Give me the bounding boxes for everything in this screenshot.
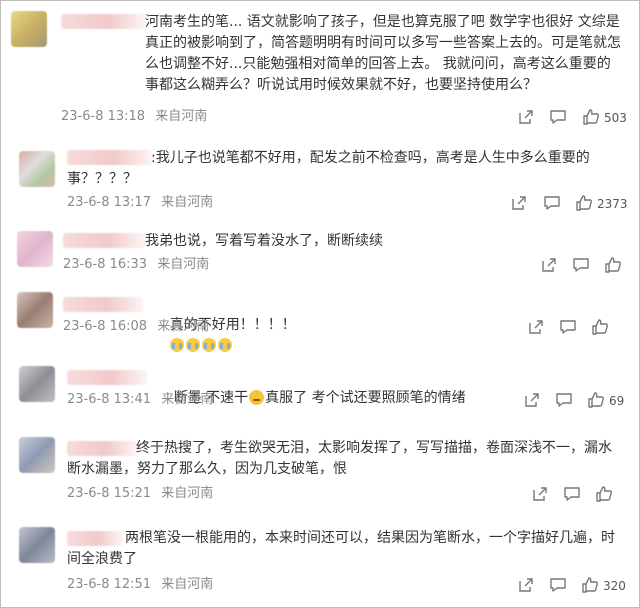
comment-item: 真的不好用！！！！ 23-6-8 16:08 来自河南	[1, 286, 639, 352]
comment-meta: 23-6-8 13:41 来自河南	[67, 392, 213, 408]
share-icon[interactable]	[527, 318, 545, 336]
comment-time: 23-6-8 16:33	[63, 257, 148, 272]
like-icon[interactable]	[604, 256, 622, 274]
comment-meta: 23-6-8 13:18 来自河南	[61, 109, 207, 125]
comment-location: 来自河南	[161, 392, 214, 407]
avatar[interactable]	[17, 292, 53, 328]
like-count: 503	[604, 111, 627, 125]
share-icon[interactable]	[540, 256, 558, 274]
share-icon[interactable]	[517, 576, 535, 594]
crying-emoji	[185, 338, 200, 352]
comment-item: 断墨 不速干 真服了 考个试还要照顾笔的情绪 23-6-8 13:41 来自河南 …	[1, 358, 639, 423]
comment-time: 23-6-8 13:18	[61, 109, 146, 124]
comment-text: 河南考生的笔... 语文就影响了孩子，但是也算克服了吧 数学字也很好 文综是真正…	[145, 14, 621, 93]
comment-item: :我儿子也说笔都不好用，配发之前不检查吗，高考是人生中多么重要的事？？？？ 23…	[1, 139, 639, 217]
avatar[interactable]	[19, 366, 55, 402]
comment-icon[interactable]	[555, 391, 573, 409]
username-redacted[interactable]	[67, 370, 147, 385]
comment-location: 来自河南	[157, 319, 210, 334]
comment-meta: 23-6-8 15:21 来自河南	[67, 486, 213, 502]
comment-text-part: 真服了 考个试还要照顾笔的情绪	[265, 390, 466, 406]
comment-item: 终于热搜了，考生欲哭无泪，太影响发挥了，写写描描，卷面深浅不一，漏水断水漏墨，努…	[1, 429, 639, 509]
avatar[interactable]	[19, 151, 55, 187]
comment-list: 河南考生的笔... 语文就影响了孩子，但是也算克服了吧 数学字也很好 文综是真正…	[0, 0, 640, 608]
share-icon[interactable]	[510, 194, 528, 212]
comment-time: 23-6-8 12:51	[67, 577, 152, 592]
comment-location: 来自河南	[161, 577, 214, 592]
comment-item: 两根笔没一根能用的，本来时间还可以，结果因为笔断水，一个字描好几遍，时间全浪费了…	[1, 517, 639, 607]
comment-text: 终于热搜了，考生欲哭无泪，太影响发挥了，写写描描，卷面深浅不一，漏水断水漏墨，努…	[67, 440, 612, 477]
username-redacted[interactable]	[63, 297, 143, 312]
like-count: 320	[603, 579, 626, 593]
comment-text: 我弟也说，写着写着没水了，断断续续	[145, 233, 383, 249]
share-icon[interactable]	[531, 485, 549, 503]
like-count: 69	[609, 394, 625, 408]
crying-emoji	[169, 338, 184, 352]
comment-meta: 23-6-8 16:33 来自河南	[63, 257, 209, 273]
comment-time: 23-6-8 16:08	[63, 319, 148, 334]
comment-icon[interactable]	[549, 576, 567, 594]
comment-item: 河南考生的笔... 语文就影响了孩子，但是也算克服了吧 数学字也很好 文综是真正…	[1, 1, 639, 136]
share-icon[interactable]	[523, 391, 541, 409]
like-icon[interactable]	[582, 108, 600, 126]
comment-meta: 23-6-8 13:17 来自河南	[67, 195, 213, 211]
share-icon[interactable]	[517, 108, 535, 126]
comment-time: 23-6-8 13:41	[67, 392, 152, 407]
like-count: 2373	[597, 197, 628, 211]
comment-icon[interactable]	[559, 318, 577, 336]
comment-icon[interactable]	[572, 256, 590, 274]
like-icon[interactable]	[591, 318, 609, 336]
username-redacted[interactable]	[61, 14, 146, 29]
avatar[interactable]	[17, 231, 53, 267]
comment-time: 23-6-8 15:21	[67, 486, 152, 501]
crying-emoji	[217, 338, 232, 352]
avatar[interactable]	[19, 437, 55, 473]
comment-text: 两根笔没一根能用的，本来时间还可以，结果因为笔断水，一个字描好几遍，时间全浪费了	[67, 530, 615, 567]
comment-time: 23-6-8 13:17	[67, 195, 152, 210]
crying-emoji	[201, 338, 216, 352]
comment-location: 来自河南	[155, 109, 208, 124]
username-redacted[interactable]	[63, 233, 145, 248]
comment-meta: 23-6-8 16:08 来自河南	[63, 319, 209, 335]
like-icon[interactable]	[575, 194, 593, 212]
like-icon[interactable]	[581, 576, 599, 594]
comment-text: :我儿子也说笔都不好用，配发之前不检查吗，高考是人生中多么重要的事？？？？	[67, 150, 590, 187]
comment-location: 来自河南	[161, 195, 214, 210]
like-icon[interactable]	[595, 485, 613, 503]
comment-location: 来自河南	[157, 257, 210, 272]
dizzy-emoji	[249, 390, 265, 405]
like-icon[interactable]	[587, 391, 605, 409]
comment-icon[interactable]	[543, 194, 561, 212]
avatar[interactable]	[19, 527, 55, 563]
avatar[interactable]	[11, 11, 47, 47]
comment-meta: 23-6-8 12:51 来自河南	[67, 577, 213, 593]
comment-location: 来自河南	[161, 486, 214, 501]
comment-icon[interactable]	[563, 485, 581, 503]
comment-item: 我弟也说，写着写着没水了，断断续续 23-6-8 16:33 来自河南	[1, 223, 639, 283]
comment-icon[interactable]	[549, 108, 567, 126]
